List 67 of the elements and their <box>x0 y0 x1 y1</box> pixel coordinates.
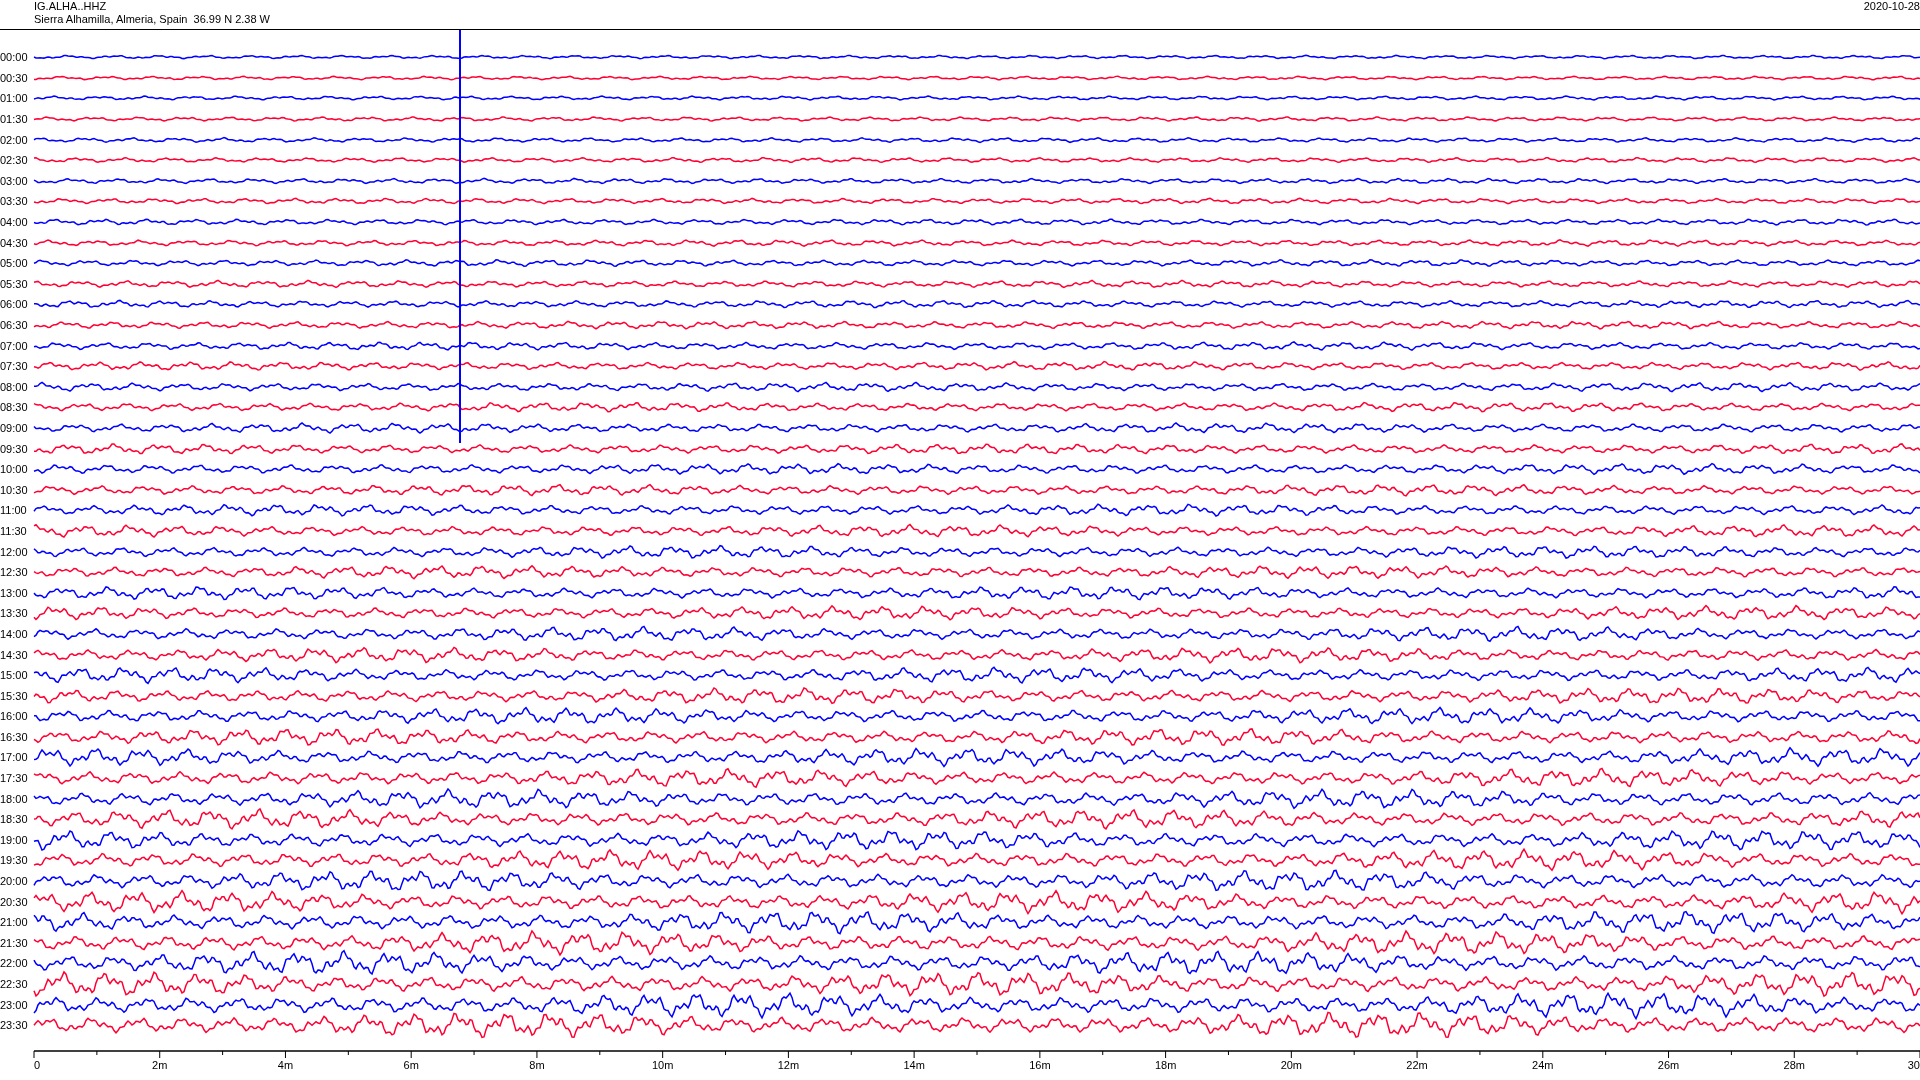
axis-label: 22m <box>1406 1058 1428 1071</box>
axis-label: 18m <box>1154 1058 1177 1071</box>
row-time-label: 21:30 <box>0 936 29 949</box>
row-time-label: 15:00 <box>0 669 29 682</box>
axis-label: 10m <box>651 1058 674 1071</box>
station-code: IG.ALHA..HHZ <box>34 0 108 13</box>
row-time-label: 17:30 <box>0 772 29 785</box>
row-time-label: 05:30 <box>0 277 29 290</box>
row-time-label: 12:30 <box>0 566 29 579</box>
row-time-label: 20:30 <box>0 895 29 908</box>
row-time-label: 14:30 <box>0 648 29 661</box>
row-time-label: 16:30 <box>0 730 29 743</box>
row-time-label: 17:00 <box>0 751 29 764</box>
axis-label: 24m <box>1532 1058 1554 1071</box>
row-time-label: 19:30 <box>0 854 29 867</box>
row-time-label: 21:00 <box>0 916 29 929</box>
row-time-label: 18:00 <box>0 792 29 805</box>
row-time-label: 19:00 <box>0 833 29 846</box>
row-time-label: 01:30 <box>0 113 29 126</box>
axis-label: 14m <box>903 1058 925 1071</box>
row-time-label: 00:00 <box>0 51 29 64</box>
row-time-label: 11:30 <box>0 524 28 537</box>
row-time-label: 02:30 <box>0 154 29 167</box>
row-time-label: 22:30 <box>0 978 29 990</box>
plot-date: 2020-10-28 <box>1863 0 1920 13</box>
row-time-label: 13:30 <box>0 607 29 620</box>
row-time-label: 20:00 <box>0 875 29 888</box>
axis-label: 8m <box>529 1058 545 1071</box>
row-time-label: 23:00 <box>0 998 29 1011</box>
row-time-label: 04:30 <box>0 236 29 249</box>
row-time-label: 08:30 <box>0 401 29 414</box>
axis-label: 20m <box>1280 1058 1303 1071</box>
axis-label: 28m <box>1783 1058 1805 1071</box>
axis-label: 26m <box>1657 1058 1680 1071</box>
row-time-label: 05:00 <box>0 257 29 270</box>
row-time-label: 13:00 <box>0 586 29 599</box>
row-time-label: 12:00 <box>0 545 29 558</box>
row-time-label: 15:30 <box>0 689 29 702</box>
row-time-label: 10:00 <box>0 463 29 476</box>
axis-label: 0 <box>34 1058 41 1071</box>
axis-label: 16m <box>1029 1058 1051 1071</box>
row-time-label: 23:30 <box>0 1019 29 1032</box>
row-time-label: 07:00 <box>0 339 29 352</box>
row-time-label: 09:30 <box>0 442 29 455</box>
row-time-label: 10:30 <box>0 483 29 496</box>
station-location: Sierra Alhamilla, Almeria, Spain 36.99 N 2.38 W <box>34 13 270 26</box>
axis-label: 4m <box>277 1058 294 1071</box>
axis-label: 30 <box>1907 1058 1920 1071</box>
row-time-label: 11:00 <box>0 504 28 517</box>
row-time-label: 08:00 <box>0 380 29 393</box>
row-time-label: 01:00 <box>0 92 29 105</box>
row-time-label: 03:00 <box>0 174 29 187</box>
axis-label: 6m <box>403 1058 419 1071</box>
axis-label: 12m <box>777 1058 800 1071</box>
row-time-label: 09:00 <box>0 422 29 434</box>
row-time-label: 06:30 <box>0 319 29 331</box>
row-time-label: 14:00 <box>0 627 29 640</box>
row-time-label: 06:00 <box>0 298 29 311</box>
row-time-label: 16:00 <box>0 710 29 723</box>
row-time-label: 18:30 <box>0 813 29 826</box>
row-time-label: 03:30 <box>0 195 29 208</box>
row-time-label: 22:00 <box>0 957 29 970</box>
row-time-label: 02:00 <box>0 133 29 146</box>
row-time-label: 04:00 <box>0 216 29 229</box>
axis-label: 2m <box>152 1058 168 1071</box>
row-time-label: 00:30 <box>0 71 29 84</box>
row-time-label: 07:30 <box>0 360 29 373</box>
